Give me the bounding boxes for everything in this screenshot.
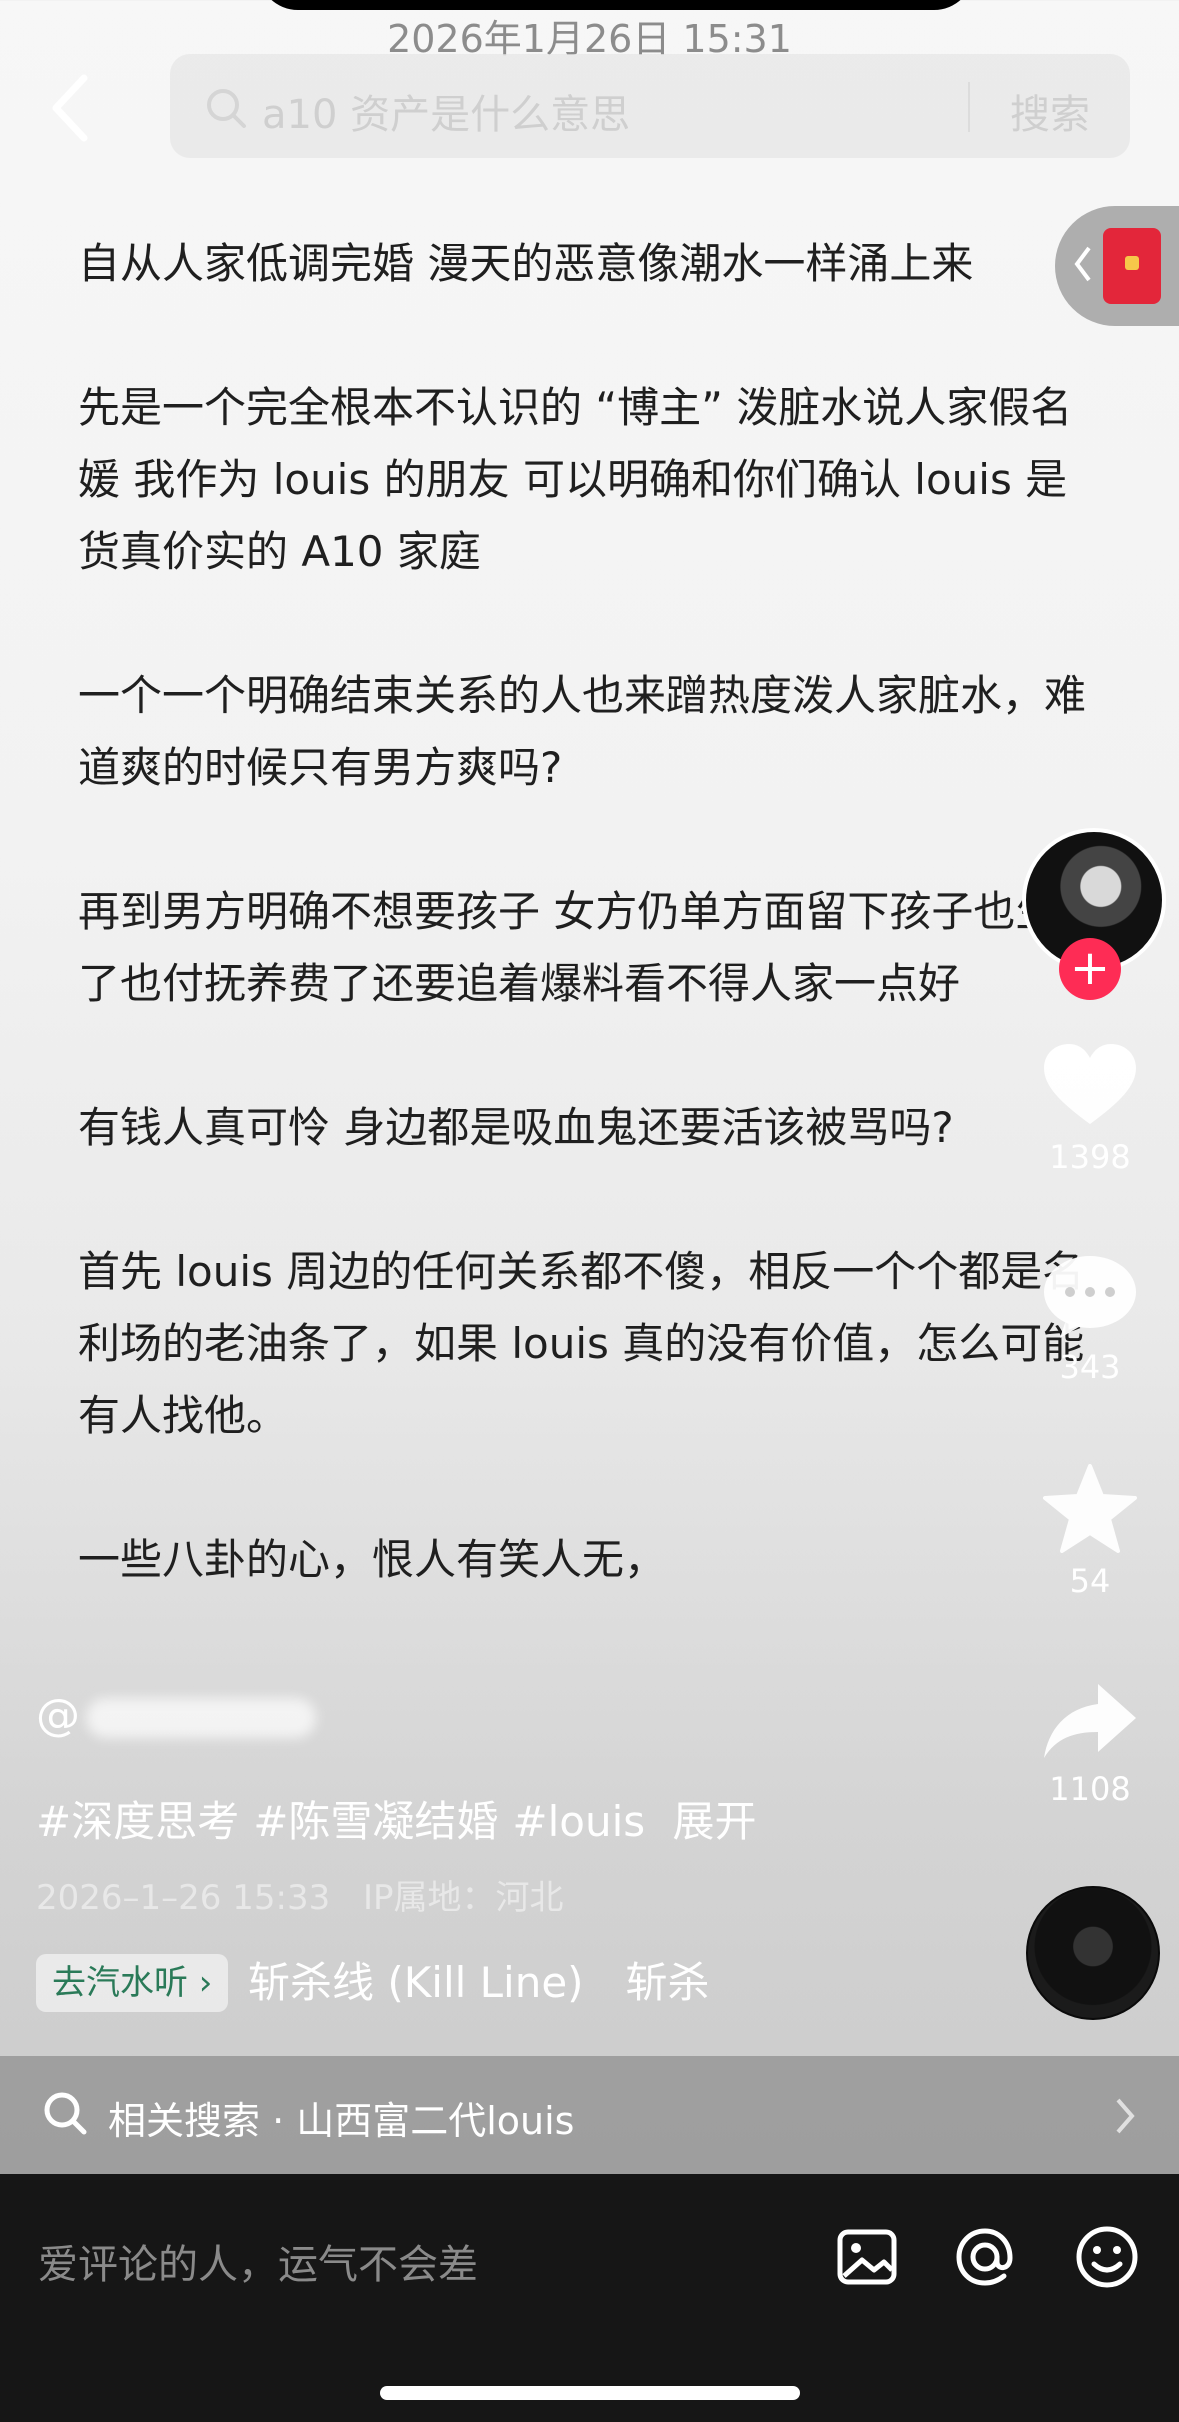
post-paragraph: 自从人家低调完婚 漫天的恶意像潮水一样涌上来 [78,239,974,288]
like-count: 1398 [1049,1138,1131,1176]
search-divider [968,82,970,132]
comment-bar: 爱评论的人，运气不会差 [0,2174,1179,2422]
comment-input[interactable]: 爱评论的人，运气不会差 [38,2232,478,2290]
favorite-button[interactable]: 54 [1040,1462,1140,1600]
post-paragraph: 一些八卦的心，恨人有笑人无， [78,1535,667,1584]
back-button[interactable] [40,68,104,148]
related-search-bar[interactable]: 相关搜索 · 山西富二代louis [0,2056,1179,2174]
music-disc[interactable] [1026,1886,1160,2020]
follow-button[interactable]: + [1059,938,1121,1000]
post-meta: 2026–1–26 15:33 IP属地：河北 [36,1870,564,1919]
comment-count: 343 [1059,1348,1121,1386]
image-icon[interactable] [832,2222,902,2292]
search-icon [207,89,246,128]
post-paragraph: 有钱人真可怜 身边都是吸血鬼还要活该被骂吗? [78,1103,954,1152]
share-count: 1108 [1049,1770,1131,1808]
home-indicator[interactable] [380,2386,800,2400]
comment-icon [1044,1256,1136,1338]
post-paragraph: 一个一个明确结束关系的人也来蹭热度泼人家脏水，难道爽的时候只有男方爽吗? [78,671,1087,792]
search-button[interactable]: 搜索 [1010,82,1090,140]
post-paragraph: 首先 louis 周边的任何关系都不傻，相反一个个都是名利场的老油条了，如果 l… [78,1247,1085,1440]
post-date: 2026–1–26 15:33 [36,1878,331,1918]
post-text: 自从人家低调完婚 漫天的恶意像潮水一样涌上来 先是一个完全根本不认识的 “博主”… [78,228,1088,1596]
expand-button[interactable]: 展开 [673,1797,757,1846]
author-name[interactable]: @ [36,1690,316,1744]
share-icon [1044,1684,1136,1758]
open-in-music-app-button[interactable]: 去汽水听 › [36,1954,229,2012]
star-icon [1043,1464,1137,1553]
ip-location: IP属地：河北 [363,1878,564,1918]
like-button[interactable]: 1398 [1040,1040,1140,1176]
caption-tags: #深度思考 #陈雪凝结婚 #louis 展开 [36,1788,771,1849]
author-name-blurred [86,1698,316,1738]
related-search-label: 相关搜索 · 山西富二代louis [108,2099,575,2143]
chevron-left-icon [52,74,88,142]
author-at: @ [36,1690,80,1741]
chevron-right-icon [1116,2098,1135,2134]
search-input[interactable]: a10 资产是什么意思 [262,82,630,140]
chevron-left-icon [1074,246,1091,282]
hashtag[interactable]: #深度思考 [36,1797,239,1846]
heart-icon [1044,1044,1136,1124]
hashtag[interactable]: #陈雪凝结婚 [253,1797,498,1846]
post-paragraph: 再到男方明确不想要孩子 女方仍单方面留下孩子也生了也付抚养费了还要追着爆料看不得… [78,887,1058,1008]
post-paragraph: 先是一个完全根本不认识的 “博主” 泼脏水说人家假名媛 我作为 louis 的朋… [78,383,1073,576]
comment-button[interactable]: 343 [1040,1250,1140,1386]
red-envelope-icon [1103,228,1161,304]
search-bar[interactable]: a10 资产是什么意思 搜索 [170,54,1130,158]
red-packet-widget[interactable] [1055,206,1179,326]
search-icon [44,2092,87,2135]
music-title[interactable]: 斩杀线 (Kill Line) 斩杀 [248,1954,728,2012]
mention-icon[interactable] [950,2222,1020,2292]
emoji-icon[interactable] [1072,2222,1142,2292]
favorite-count: 54 [1069,1562,1111,1600]
hashtag[interactable]: #louis [512,1797,645,1846]
share-button[interactable]: 1108 [1040,1678,1140,1808]
